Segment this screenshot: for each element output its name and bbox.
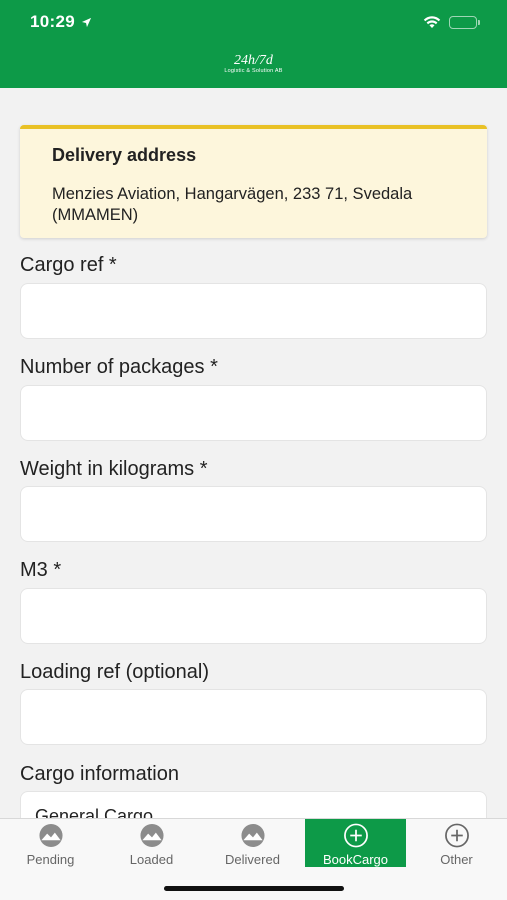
delivery-address-text: Menzies Aviation, Hangarvägen, 233 71, S… (52, 185, 413, 224)
cargo-ref-input[interactable] (20, 283, 487, 339)
m3-label: M3 * (20, 559, 62, 581)
status-time: 10:29 (30, 12, 92, 32)
cargo-info-select[interactable]: General Cargo (20, 791, 487, 818)
m3-input[interactable] (20, 588, 487, 644)
tab-pending[interactable]: Pending (0, 819, 101, 867)
tab-loaded-label: Loaded (129, 852, 174, 867)
loading-ref-input[interactable] (20, 689, 487, 745)
tab-bookcargo-label: BookCargo (322, 852, 389, 867)
weight-label: Weight in kilograms * (20, 458, 208, 480)
cargo-info-value: General Cargo (35, 806, 154, 818)
mountain-circle-icon (139, 823, 164, 848)
status-time-text: 10:29 (30, 12, 75, 31)
book-cargo-form[interactable]: Delivery address Menzies Aviation, Hanga… (0, 88, 507, 818)
location-arrow-icon (81, 17, 92, 27)
weight-input[interactable] (20, 486, 487, 542)
tab-other-label: Other (440, 852, 473, 867)
packages-input[interactable] (20, 385, 487, 441)
app-header: 10:29 24h/7d Logistic & Solution AB (0, 0, 507, 88)
mountain-circle-icon (240, 823, 265, 848)
home-indicator[interactable] (164, 886, 344, 891)
packages-label: Number of packages * (20, 356, 218, 378)
status-bar: 10:29 (0, 0, 507, 44)
plus-circle-icon (343, 823, 368, 848)
tab-bookcargo[interactable]: BookCargo (305, 819, 406, 867)
delivery-address-card: Delivery address Menzies Aviation, Hanga… (20, 125, 487, 238)
loading-ref-label: Loading ref (optional) (20, 661, 210, 683)
tab-delivered[interactable]: Delivered (202, 819, 303, 867)
logo-main-text: 24h/7d (234, 53, 273, 68)
tab-delivered-label: Delivered (225, 852, 280, 867)
plus-circle-icon (444, 823, 469, 848)
wifi-icon (423, 15, 441, 28)
battery-icon (449, 15, 480, 29)
cargo-info-label: Cargo information (20, 763, 179, 785)
company-logo: 24h/7d Logistic & Solution AB (206, 54, 302, 80)
status-icons (423, 15, 480, 29)
mountain-circle-icon (38, 823, 63, 848)
tab-pending-label: Pending (26, 852, 75, 867)
cargo-ref-label: Cargo ref * (20, 254, 117, 276)
logo-sub-text: Logistic & Solution AB (224, 68, 283, 74)
delivery-address-title: Delivery address (52, 145, 197, 165)
tab-loaded[interactable]: Loaded (101, 819, 202, 867)
tab-other[interactable]: Other (406, 819, 507, 867)
